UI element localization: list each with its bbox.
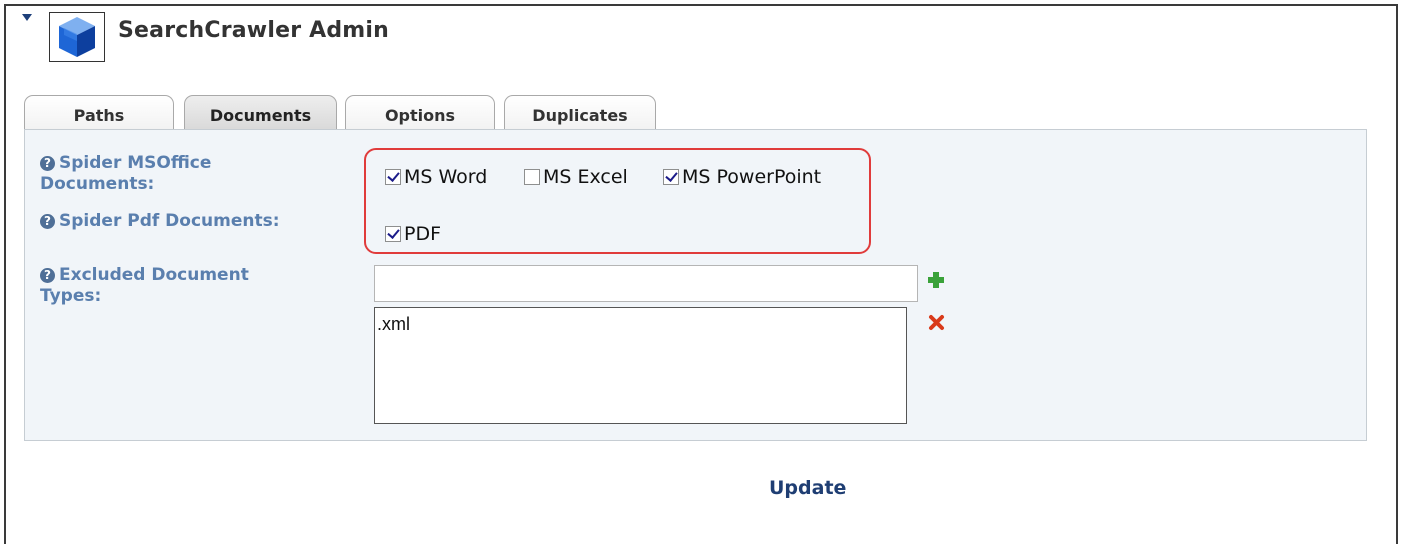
excluded-type-input[interactable] — [374, 265, 918, 302]
remove-icon[interactable] — [928, 314, 945, 331]
triangle-down-icon[interactable] — [22, 14, 32, 21]
help-icon[interactable]: ? — [40, 156, 55, 171]
ms-excel-option[interactable]: MS Excel — [524, 166, 628, 188]
tab-label: Duplicates — [532, 106, 628, 125]
tab-documents[interactable]: Documents — [184, 95, 337, 130]
list-item[interactable]: .xml — [377, 314, 904, 335]
ms-word-option[interactable]: MS Word — [385, 166, 487, 188]
excluded-types-list[interactable]: .xml — [374, 307, 907, 424]
ms-excel-checkbox[interactable] — [524, 169, 540, 185]
msoffice-label: ? Spider MSOffice Documents: — [40, 153, 212, 194]
ms-powerpoint-option[interactable]: MS PowerPoint — [663, 166, 821, 188]
tab-label: Paths — [73, 106, 125, 125]
tab-options[interactable]: Options — [345, 95, 495, 130]
ms-powerpoint-checkbox[interactable] — [663, 169, 679, 185]
add-icon[interactable] — [927, 271, 945, 289]
tab-duplicates[interactable]: Duplicates — [504, 95, 656, 130]
help-icon[interactable]: ? — [40, 214, 55, 229]
help-icon[interactable]: ? — [40, 268, 55, 283]
module-title: SearchCrawler Admin — [118, 18, 390, 43]
ms-word-checkbox[interactable] — [385, 169, 401, 185]
update-button[interactable]: Update — [769, 477, 846, 499]
tab-label: Options — [384, 106, 456, 125]
pdf-option[interactable]: PDF — [385, 223, 441, 245]
tab-label: Documents — [209, 106, 312, 125]
tab-paths[interactable]: Paths — [24, 95, 174, 130]
cube-icon — [49, 12, 105, 62]
pdf-checkbox[interactable] — [385, 226, 401, 242]
excluded-types-label: ? Excluded Document Types: — [40, 265, 249, 306]
pdf-label: ? Spider Pdf Documents: — [40, 211, 280, 232]
